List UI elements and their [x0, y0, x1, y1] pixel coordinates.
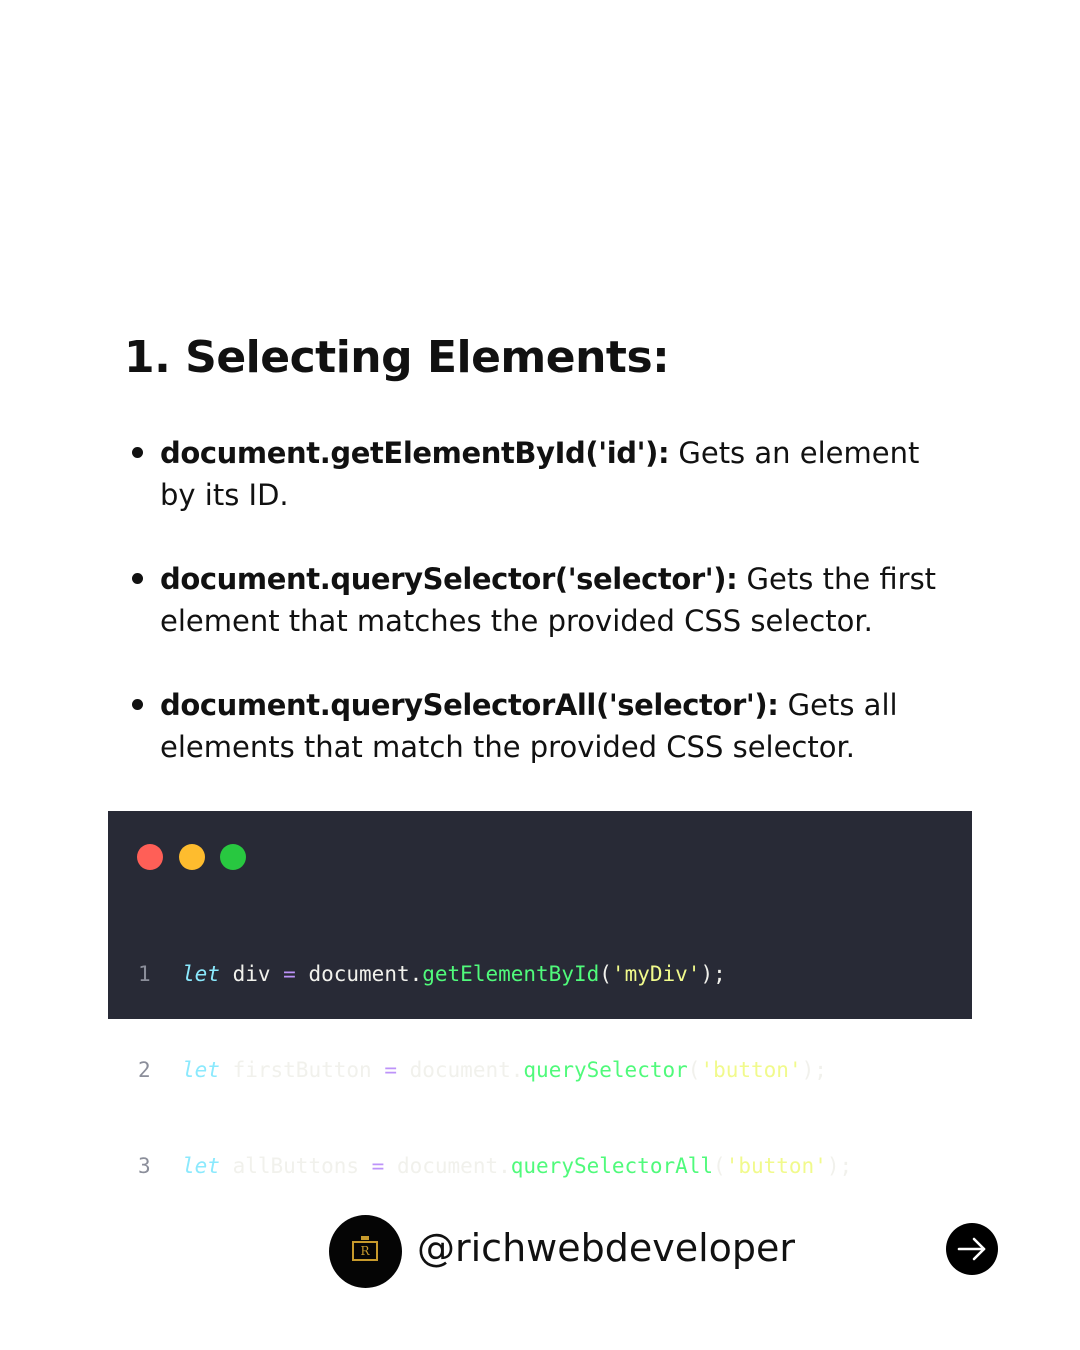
code-line: 3 let allButtons = document.querySelector…: [138, 1150, 852, 1182]
bullet-item-get-element-by-id: document.getElementById('id'): Gets an e…: [132, 432, 952, 516]
code-string: 'button': [725, 1154, 827, 1178]
arrow-right-icon: [957, 1237, 986, 1261]
bullet-dot-icon: [132, 573, 143, 584]
code-line: 2 let firstButton = document.querySelecto…: [138, 1054, 852, 1086]
code-object: document.: [384, 1154, 511, 1178]
code-operator: =: [283, 962, 296, 986]
bullet-dot-icon: [132, 447, 143, 458]
code-paren-open: (: [687, 1058, 701, 1082]
code-object: document.: [295, 962, 423, 986]
line-number: 1: [138, 962, 151, 986]
bullet-term: document.querySelectorAll('selector'):: [160, 688, 779, 722]
code-paren-close: );: [801, 1058, 827, 1082]
code-string: 'myDiv': [611, 962, 701, 986]
code-keyword: let: [182, 1154, 220, 1178]
code-operator: =: [371, 1154, 385, 1178]
account-handle[interactable]: @richwebdeveloper: [417, 1222, 795, 1274]
code-variable: firstButton: [219, 1058, 385, 1082]
code-variable: allButtons: [219, 1154, 372, 1178]
bullet-dot-icon: [132, 699, 143, 710]
bullet-term: document.querySelector('selector'):: [160, 562, 738, 596]
logo-crown-icon: [361, 1236, 369, 1240]
code-paren-close: );: [700, 962, 726, 986]
next-button[interactable]: [946, 1223, 998, 1275]
code-object: document.: [396, 1058, 524, 1082]
code-variable: div: [219, 962, 284, 986]
bullet-list: document.getElementById('id'): Gets an e…: [132, 432, 952, 810]
bullet-term: document.getElementById('id'):: [160, 436, 670, 470]
code-operator: =: [384, 1058, 397, 1082]
code-paren-open: (: [713, 1154, 726, 1178]
code-string: 'button': [700, 1058, 802, 1082]
code-keyword: let: [182, 1058, 220, 1082]
code-line: 1 let div = document.getElementById('myDi…: [138, 958, 852, 990]
window-maximize-dot-icon: [220, 844, 246, 870]
window-minimize-dot-icon: [179, 844, 205, 870]
window-close-dot-icon: [137, 844, 163, 870]
line-number: 2: [138, 1058, 151, 1082]
code-block: 1 let div = document.getElementById('myDi…: [138, 894, 852, 1246]
avatar[interactable]: R: [329, 1215, 402, 1288]
logo-letter: R: [360, 1244, 370, 1258]
bullet-item-query-selector: document.querySelector('selector'): Gets…: [132, 558, 952, 642]
code-keyword: let: [182, 962, 220, 986]
code-paren-close: );: [826, 1154, 853, 1178]
line-number: 3: [138, 1154, 151, 1178]
bullet-item-query-selector-all: document.querySelectorAll('selector'): G…: [132, 684, 952, 768]
code-method: querySelector: [523, 1058, 688, 1082]
code-window: 1 let div = document.getElementById('myDi…: [108, 811, 972, 1178]
page-title: 1. Selecting Elements:: [124, 332, 670, 383]
code-paren-open: (: [599, 962, 612, 986]
code-method: querySelectorAll: [510, 1154, 714, 1178]
code-method: getElementById: [422, 962, 600, 986]
richwebdeveloper-logo-icon: R: [352, 1241, 378, 1261]
